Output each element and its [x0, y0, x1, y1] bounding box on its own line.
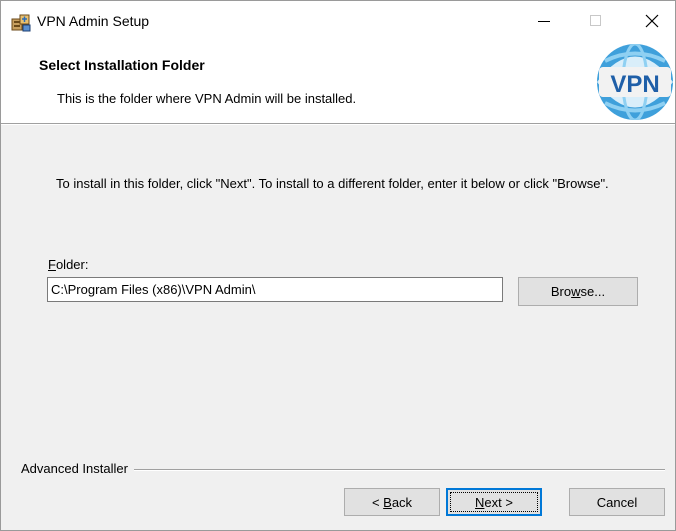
browse-label-accel: w — [571, 284, 581, 299]
close-icon — [645, 14, 659, 28]
vpn-logo-text: VPN — [610, 71, 659, 98]
cancel-button[interactable]: Cancel — [569, 488, 665, 516]
installer-window: VPN Admin Setup Select Installation Fold… — [0, 0, 676, 531]
header-banner: Select Installation Folder This is the f… — [1, 41, 675, 123]
instruction-text: To install in this folder, click "Next".… — [56, 176, 609, 191]
folder-label-rest: older: — [55, 257, 89, 272]
browse-button[interactable]: Bro w se... — [518, 277, 638, 306]
back-button[interactable]: < Back — [344, 488, 440, 516]
minimize-icon — [538, 21, 550, 22]
back-label-post: ack — [391, 494, 413, 510]
browse-label-post: se... — [580, 284, 606, 299]
browse-label-pre: Bro — [550, 284, 572, 299]
next-label-post: ext > — [484, 494, 513, 510]
window-title: VPN Admin Setup — [37, 13, 150, 29]
vpn-logo-icon: VPN — [597, 44, 673, 120]
folder-path-input[interactable] — [47, 277, 503, 302]
title-bar: VPN Admin Setup — [1, 1, 675, 41]
page-description: This is the folder where VPN Admin will … — [57, 91, 357, 106]
close-button[interactable] — [629, 1, 675, 41]
next-label-accel: N — [475, 494, 485, 510]
header-divider-highlight — [1, 124, 675, 125]
next-button[interactable]: Next > — [446, 488, 542, 516]
installer-brand: Advanced Installer — [21, 461, 134, 476]
maximize-button — [573, 1, 619, 41]
folder-label-accel: F — [48, 257, 56, 272]
minimize-button[interactable] — [521, 1, 567, 41]
back-label-pre: < — [371, 494, 384, 510]
installer-icon — [11, 14, 31, 32]
maximize-icon — [590, 15, 601, 26]
back-label-accel: B — [383, 494, 392, 510]
folder-label: Folder: — [48, 257, 88, 272]
page-title: Select Installation Folder — [39, 57, 205, 73]
